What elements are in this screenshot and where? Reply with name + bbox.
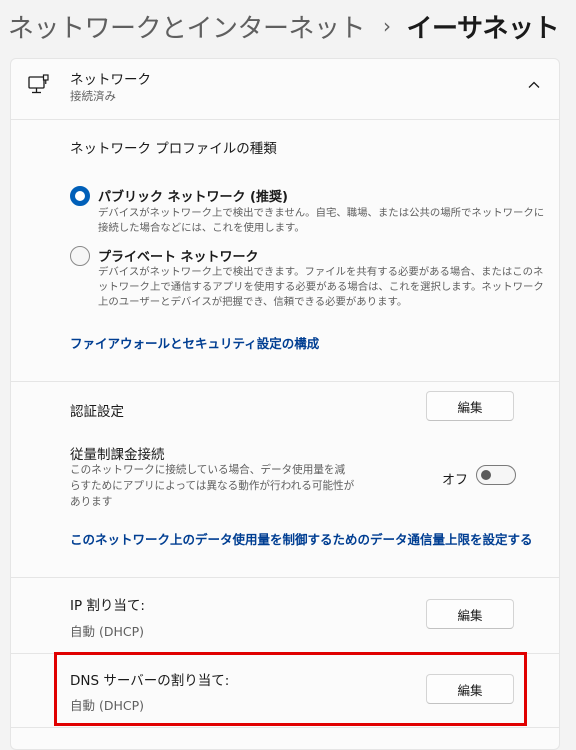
chevron-up-icon[interactable]	[527, 78, 541, 92]
wired-network-icon	[28, 74, 49, 94]
data-limit-link[interactable]: このネットワーク上のデータ使用量を制御するためのデータ通信量上限を設定する	[70, 529, 533, 548]
ip-assignment-value: 自動 (DHCP)	[70, 624, 145, 639]
public-network-description: デバイスがネットワーク上で検出できません。自宅、職場、または公共の場所でネットワ…	[98, 207, 545, 234]
divider	[11, 727, 559, 728]
public-network-label[interactable]: パブリック ネットワーク (推奨)	[98, 186, 288, 205]
page-title: イーサネット	[406, 13, 560, 44]
metered-toggle-state: オフ	[442, 473, 469, 488]
divider	[11, 653, 559, 654]
ip-edit-button[interactable]: 編集	[426, 599, 514, 629]
auth-settings-label: 認証設定	[70, 404, 124, 420]
metered-connection-toggle[interactable]	[476, 465, 516, 485]
private-network-label[interactable]: プライベート ネットワーク	[98, 246, 259, 265]
dns-assignment-label: DNS サーバーの割り当て:	[70, 673, 230, 689]
public-network-radio[interactable]	[70, 186, 90, 206]
private-network-radio[interactable]	[70, 246, 90, 266]
network-title: ネットワーク	[70, 72, 151, 88]
breadcrumb: ネットワークとインターネット › イーサネット	[8, 6, 560, 46]
dns-assignment-value: 自動 (DHCP)	[70, 698, 145, 713]
toggle-knob	[481, 470, 491, 480]
divider	[11, 577, 559, 578]
private-network-description: デバイスがネットワーク上で検出できます。ファイルを共有する必要がある場合、または…	[98, 266, 544, 308]
network-card-header[interactable]: ネットワーク 接続済み	[11, 59, 559, 120]
divider	[11, 381, 559, 382]
network-status: 接続済み	[70, 89, 116, 103]
metered-connection-label: 従量制課金接続	[70, 447, 165, 463]
metered-connection-description: このネットワークに接続している場合、データ使用量を減らすためにアプリによっては異…	[70, 464, 355, 508]
network-settings-card: ネットワーク 接続済み ネットワーク プロファイルの種類 パブリック ネットワー…	[10, 58, 560, 750]
breadcrumb-separator-icon: ›	[383, 14, 391, 38]
auth-edit-button[interactable]: 編集	[426, 391, 514, 421]
profile-type-heading: ネットワーク プロファイルの種類	[70, 141, 277, 157]
firewall-settings-link[interactable]: ファイアウォールとセキュリティ設定の構成	[70, 333, 319, 352]
breadcrumb-parent[interactable]: ネットワークとインターネット	[8, 8, 366, 45]
ip-assignment-label: IP 割り当て:	[70, 598, 145, 614]
dns-edit-button[interactable]: 編集	[426, 674, 514, 704]
